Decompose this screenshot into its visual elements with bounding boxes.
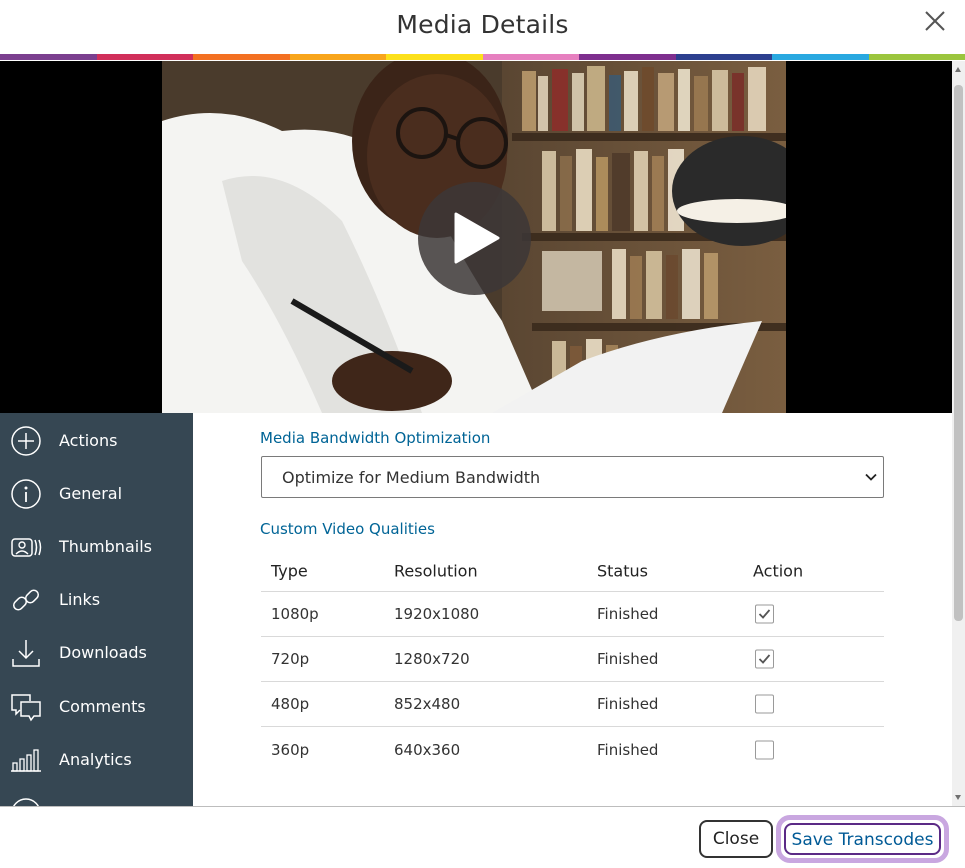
cell-status: Finished xyxy=(597,650,659,668)
checkmark-icon xyxy=(758,654,771,664)
brand-stripe-segment xyxy=(868,54,965,60)
header-action: Action xyxy=(753,561,804,581)
scroll-down-arrow-icon[interactable] xyxy=(955,795,961,800)
vertical-scrollbar[interactable] xyxy=(952,61,965,806)
comments-icon xyxy=(11,693,41,721)
video-qualities-table: Type Resolution Status Action 1080p 1920… xyxy=(261,551,884,772)
sidebar-item-analytics[interactable]: Analytics xyxy=(0,733,193,786)
table-row: 360p 640x360 Finished xyxy=(261,727,884,772)
play-button[interactable] xyxy=(418,182,531,295)
cell-status: Finished xyxy=(597,740,659,759)
cell-resolution: 852x480 xyxy=(394,695,461,713)
sidebar-item-label: General xyxy=(59,484,123,503)
sidebar-item-thumbnails[interactable]: Thumbnails xyxy=(0,520,193,573)
download-icon xyxy=(12,639,40,667)
brand-stripe-segment xyxy=(193,54,290,60)
brand-stripe-segment xyxy=(675,54,772,60)
header-resolution: Resolution xyxy=(394,561,478,581)
sidebar-item-label: Comments xyxy=(59,697,146,716)
brand-stripe-segment xyxy=(579,54,676,60)
bandwidth-selected-value: Optimize for Medium Bandwidth xyxy=(282,468,541,487)
table-row: 1080p 1920x1080 Finished xyxy=(261,592,884,637)
chevron-down-icon xyxy=(865,473,877,481)
more-circle-icon xyxy=(12,797,40,806)
analytics-icon xyxy=(11,748,41,772)
cell-resolution: 640x360 xyxy=(394,740,461,759)
brand-stripe-segment xyxy=(772,54,869,60)
info-circle-icon xyxy=(11,478,41,509)
cell-type: 480p xyxy=(271,695,310,713)
cell-type: 720p xyxy=(271,650,310,668)
bandwidth-section-title: Media Bandwidth Optimization xyxy=(260,429,491,447)
brand-stripe-segment xyxy=(96,54,193,60)
sidebar-item-comments[interactable]: Comments xyxy=(0,680,193,733)
brand-stripe-segment xyxy=(0,54,97,60)
action-checkbox[interactable] xyxy=(755,740,774,759)
close-icon[interactable] xyxy=(923,9,947,33)
sidebar-item-general[interactable]: General xyxy=(0,467,193,520)
link-icon xyxy=(12,588,40,611)
sidebar-item-links[interactable]: Links xyxy=(0,573,193,626)
save-transcodes-button[interactable]: Save Transcodes xyxy=(776,815,949,863)
dialog-title: Media Details xyxy=(396,10,569,39)
checkmark-icon xyxy=(758,609,771,619)
action-checkbox[interactable] xyxy=(755,694,774,714)
cell-resolution: 1280x720 xyxy=(394,650,470,668)
save-transcodes-label: Save Transcodes xyxy=(784,823,941,855)
video-player[interactable] xyxy=(0,61,952,413)
action-checkbox[interactable] xyxy=(755,649,774,669)
thumbnails-icon xyxy=(11,537,42,557)
cell-status: Finished xyxy=(597,605,659,623)
sidebar: Actions General Thumbnails Links Downloa… xyxy=(0,413,193,806)
header-type: Type xyxy=(271,561,308,581)
brand-stripe-segment xyxy=(386,54,483,60)
sidebar-item-downloads[interactable]: Downloads xyxy=(0,626,193,679)
brand-stripe-segment xyxy=(289,54,386,60)
cell-resolution: 1920x1080 xyxy=(394,605,480,623)
action-checkbox[interactable] xyxy=(755,604,774,624)
cell-status: Finished xyxy=(597,695,659,713)
dialog-header: Media Details xyxy=(0,0,965,54)
dialog-body: Actions General Thumbnails Links Downloa… xyxy=(0,61,952,806)
dialog-footer: Close Save Transcodes xyxy=(0,806,965,868)
sidebar-item-label: Downloads xyxy=(59,643,147,662)
table-header-row: Type Resolution Status Action xyxy=(261,551,884,592)
close-button[interactable]: Close xyxy=(699,820,773,858)
sidebar-item-label: Thumbnails xyxy=(59,537,152,556)
brand-stripe-segment xyxy=(482,54,579,60)
sidebar-item-label: Links xyxy=(59,590,101,609)
scrollbar-thumb[interactable] xyxy=(954,85,963,621)
header-status: Status xyxy=(597,561,648,581)
table-row: 480p 852x480 Finished xyxy=(261,682,884,727)
sidebar-item-actions[interactable]: Actions xyxy=(0,414,193,467)
sidebar-item-more[interactable] xyxy=(0,786,193,806)
cell-type: 360p xyxy=(271,740,310,759)
brand-color-stripe xyxy=(0,54,965,60)
play-icon xyxy=(454,212,500,264)
sidebar-item-label: Analytics xyxy=(59,750,132,769)
media-settings-panel: Media Bandwidth Optimization Optimize fo… xyxy=(193,413,952,806)
scroll-up-arrow-icon[interactable] xyxy=(955,67,961,72)
qualities-section-title: Custom Video Qualities xyxy=(260,520,435,538)
cell-type: 1080p xyxy=(271,605,319,623)
plus-circle-icon xyxy=(11,425,41,456)
sidebar-item-label: Actions xyxy=(59,431,118,450)
table-row: 720p 1280x720 Finished xyxy=(261,637,884,682)
bandwidth-select[interactable]: Optimize for Medium Bandwidth xyxy=(261,456,884,498)
